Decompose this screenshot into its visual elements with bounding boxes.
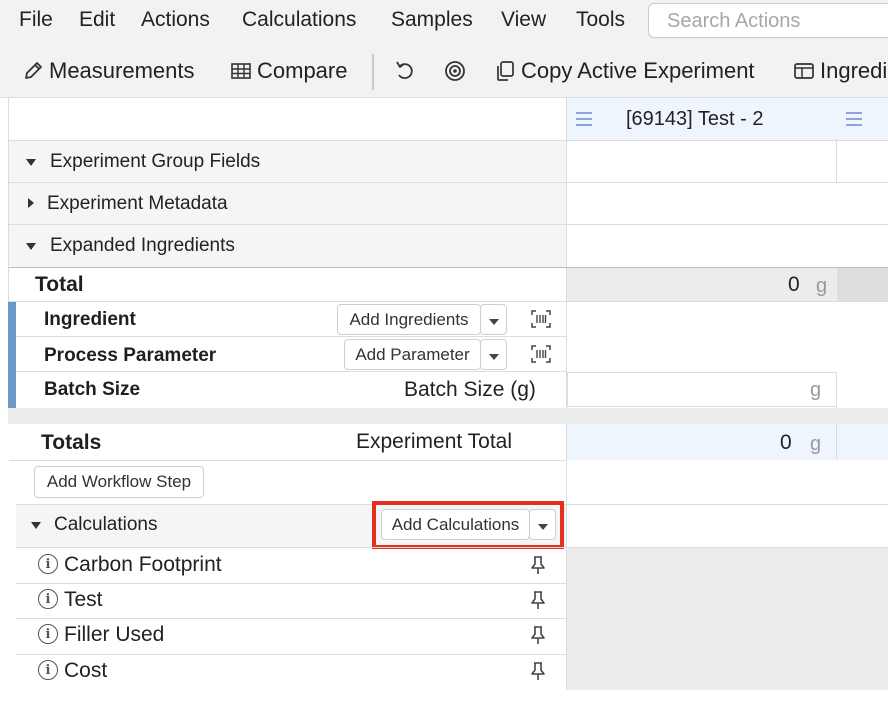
row-line — [9, 460, 566, 461]
row-line — [9, 140, 888, 141]
calculations-title[interactable]: Calculations — [54, 514, 158, 536]
cell-divider — [836, 424, 837, 460]
menu-tools[interactable]: Tools — [576, 8, 625, 32]
barcode-scan-icon[interactable] — [530, 309, 552, 329]
chevron-down-icon — [489, 354, 499, 360]
search-input[interactable]: Search Actions — [648, 3, 888, 38]
batch-size-input[interactable] — [567, 372, 837, 407]
measurements-label: Measurements — [49, 58, 195, 83]
batch-size-unit: g — [810, 379, 822, 401]
menu-actions[interactable]: Actions — [141, 8, 210, 32]
experiment-group-fields-label[interactable]: Experiment Group Fields — [50, 151, 260, 173]
barcode-scan-icon[interactable] — [530, 344, 552, 364]
cell-line — [567, 182, 837, 183]
process-parameter-label: Process Parameter — [44, 345, 217, 366]
experiment-title[interactable]: [69143] Test - 2 — [626, 108, 764, 131]
panel-icon — [794, 63, 814, 79]
batch-size-unit-label: Batch Size (g) — [404, 378, 536, 401]
info-icon[interactable]: i — [38, 589, 58, 609]
calculation-label: Carbon Footprint — [64, 553, 222, 576]
ingredient-label: Ingredient — [44, 309, 136, 330]
add-parameter-dropdown[interactable] — [480, 339, 507, 370]
ingredients-button[interactable]: Ingredi — [793, 58, 887, 84]
pin-icon[interactable] — [530, 661, 546, 681]
menu-file[interactable]: File — [19, 8, 53, 32]
calculation-row: i Cost — [16, 655, 566, 690]
totals-label: Totals — [41, 431, 102, 454]
add-calculations-button[interactable]: Add Calculations — [381, 509, 530, 540]
add-calculations-dropdown[interactable] — [529, 509, 556, 540]
collapse-icon[interactable] — [26, 243, 36, 250]
calculation-label: Filler Used — [64, 623, 165, 646]
calculation-values-area — [567, 548, 888, 690]
menu-bar: File Edit Actions Calculations Samples V… — [0, 0, 888, 42]
menu-calculations[interactable]: Calculations — [242, 8, 356, 32]
collapse-icon[interactable] — [31, 522, 41, 529]
collapse-icon[interactable] — [26, 159, 36, 166]
info-icon[interactable]: i — [38, 554, 58, 574]
drag-handle-icon[interactable] — [574, 110, 594, 128]
section-separator — [8, 408, 888, 424]
undo-icon — [396, 61, 413, 79]
pencil-icon — [25, 62, 42, 79]
toolbar: Measurements Compare Copy Active Experim… — [0, 42, 888, 98]
menu-view[interactable]: View — [501, 8, 546, 32]
add-ingredients-dropdown[interactable] — [480, 304, 507, 335]
drag-handle-icon[interactable] — [844, 110, 864, 128]
row-line — [16, 371, 566, 372]
experiment-total-unit: g — [810, 433, 822, 455]
cell-divider — [836, 372, 837, 408]
calculation-label: Test — [64, 588, 103, 611]
copy-active-experiment-label: Copy Active Experiment — [521, 58, 755, 83]
measurements-button[interactable]: Measurements — [22, 58, 195, 84]
add-ingredients-button[interactable]: Add Ingredients — [337, 304, 481, 335]
toolbar-divider — [372, 54, 374, 90]
calculation-row: i Filler Used — [16, 619, 566, 654]
row-line — [16, 336, 566, 337]
pin-icon[interactable] — [530, 555, 546, 575]
row-line — [9, 301, 888, 302]
pin-icon[interactable] — [530, 590, 546, 610]
undo-button[interactable] — [394, 58, 421, 84]
calculation-label: Cost — [64, 659, 108, 682]
info-icon[interactable]: i — [38, 624, 58, 644]
expand-icon[interactable] — [28, 198, 34, 208]
table-icon — [231, 63, 251, 79]
compare-label: Compare — [257, 58, 348, 83]
ingredients-label: Ingredi — [820, 58, 888, 83]
experiment-total-label: Experiment Total — [356, 430, 513, 453]
target-button[interactable] — [444, 58, 471, 84]
experiment-column-header: [69143] Test - 2 — [566, 98, 888, 140]
pin-icon[interactable] — [530, 625, 546, 645]
ingredient-group-accent — [8, 302, 16, 408]
calculation-row: i Carbon Footprint — [16, 548, 566, 583]
chevron-down-icon — [538, 524, 548, 530]
copy-active-experiment-button[interactable]: Copy Active Experiment — [494, 58, 755, 84]
add-workflow-step-button[interactable]: Add Workflow Step — [34, 466, 204, 498]
experiment-metadata-label[interactable]: Experiment Metadata — [47, 193, 228, 215]
calculation-row: i Test — [16, 584, 566, 618]
compare-button[interactable]: Compare — [230, 58, 347, 84]
batch-size-label: Batch Size — [44, 379, 141, 400]
expanded-ingredients-label[interactable]: Expanded Ingredients — [50, 235, 235, 257]
add-parameter-button[interactable]: Add Parameter — [344, 339, 481, 370]
total-cell-extra — [837, 268, 888, 301]
cell-divider — [836, 141, 837, 183]
total-label: Total — [35, 273, 84, 296]
row-line — [9, 224, 888, 225]
search-placeholder: Search Actions — [667, 10, 801, 32]
menu-samples[interactable]: Samples — [391, 8, 473, 32]
menu-edit[interactable]: Edit — [79, 8, 115, 32]
target-icon — [445, 61, 465, 81]
experiment-total-value: 0 — [780, 431, 792, 454]
copy-icon — [497, 61, 514, 81]
total-unit: g — [816, 275, 828, 297]
chevron-down-icon — [489, 319, 499, 325]
info-icon[interactable]: i — [38, 660, 58, 680]
experiment-total-cell — [567, 424, 888, 460]
total-value: 0 — [788, 273, 800, 296]
